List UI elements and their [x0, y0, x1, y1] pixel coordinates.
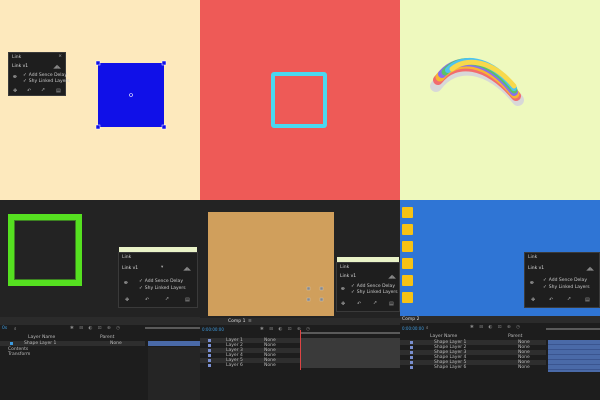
- tile-rainbow-stroke-scene: [400, 0, 600, 200]
- layer-color-label: [410, 361, 413, 364]
- tile-cyan-outline-scene: [200, 0, 400, 200]
- layer-tracks: [548, 340, 600, 372]
- timeline-panel: 0s ⌕ ✱ ⊟ ◐ ⊡ ⊕ ◷ Layer Name Parent Shape…: [0, 317, 200, 400]
- column-layer-name: Layer Name: [430, 334, 458, 339]
- search-icon[interactable]: ⌕: [426, 325, 429, 331]
- layer-color-label: [410, 351, 413, 354]
- option-add-sence-delay[interactable]: ✓ Add Sence Delay: [543, 278, 587, 283]
- tile-blue-square-scene: Link × Link v1 ◢◣ ⚭ ✓ Add Sence Delay ✓ Sh…: [0, 0, 200, 200]
- cyan-outline-square[interactable]: [271, 72, 327, 128]
- time-ruler: [546, 328, 600, 330]
- timecode[interactable]: 0:00:00:00: [202, 327, 224, 332]
- timeline-panel: Comp 1 ≡ 0:00:00:00 ✱ ⊟ ◐ ⊡ ⊕ ◷ Layer 1N…: [200, 318, 400, 400]
- tab-comp[interactable]: Comp 2: [402, 317, 419, 322]
- toolbar-icons: ✱ ⊟ ◐ ⊡ ⊕ ◷: [470, 325, 523, 330]
- timecode[interactable]: 0:00:00:00: [402, 326, 424, 331]
- layer-tracks: [300, 338, 400, 368]
- parent-select[interactable]: None: [264, 363, 276, 368]
- layer-list: Shape Layer 1 None Shape Layer 2 None Shap…: [400, 340, 546, 376]
- timeline-right-area: [148, 347, 200, 400]
- layer-name[interactable]: Shape Layer 1: [24, 341, 56, 346]
- parent-select[interactable]: None: [110, 341, 122, 346]
- option-add-sence-delay[interactable]: ✓ Add Sence Delay: [139, 279, 183, 284]
- link-icon[interactable]: ⚭: [123, 279, 129, 287]
- shape-icons: ◢◣: [586, 266, 594, 272]
- undo-icon[interactable]: ↶: [549, 297, 553, 303]
- timeline-toolbar: [0, 317, 200, 325]
- layer-color-label: [410, 346, 413, 349]
- shape-icons: ◢◣: [183, 266, 191, 272]
- link-icon[interactable]: ⚭: [529, 279, 535, 287]
- selection-handles: [95, 60, 167, 130]
- layer-name[interactable]: Layer 6: [226, 363, 243, 368]
- panel-header-bar: [119, 247, 197, 252]
- layer-track: [148, 341, 200, 346]
- transform-group[interactable]: Transform: [8, 352, 30, 357]
- layer-color-label: [410, 341, 413, 344]
- move-icon[interactable]: ✥: [125, 297, 129, 303]
- tab-comp[interactable]: Comp 1: [228, 319, 245, 324]
- undo-icon[interactable]: ↶: [145, 297, 149, 303]
- layer-color-label: [208, 354, 211, 357]
- layer-list: Layer 1 None Layer 2 None Layer 3 None Laye…: [200, 338, 300, 400]
- layer-row[interactable]: Shape Layer 6 None: [400, 365, 546, 370]
- column-layer-name: Layer Name: [28, 335, 56, 340]
- layer-row[interactable]: Layer 6 None: [200, 363, 300, 368]
- panel-title: Link: [122, 255, 132, 260]
- yellow-square[interactable]: [402, 241, 413, 252]
- layer-name[interactable]: Shape Layer 6: [434, 365, 466, 370]
- yellow-square[interactable]: [402, 224, 413, 235]
- chevron-down-icon[interactable]: ▾: [161, 265, 163, 270]
- move-icon[interactable]: ✥: [531, 297, 535, 303]
- time-ruler: [300, 332, 400, 334]
- layer-color-label: [208, 349, 211, 352]
- cursor-icon[interactable]: ➚: [165, 296, 169, 302]
- save-icon[interactable]: ▤: [585, 297, 590, 303]
- option-shy-linked-layers[interactable]: ✓ Shy Linked Layers: [139, 286, 186, 291]
- yellow-square[interactable]: [402, 275, 413, 286]
- column-parent: Parent: [100, 335, 115, 340]
- yellow-square[interactable]: [402, 258, 413, 269]
- timeline-tabbar: [400, 316, 600, 323]
- panel-title: Link: [528, 255, 538, 260]
- link-panel: Link Link v1 ▾ ◢◣ ⚭ ✓ Add Sence Delay ✓ Sh…: [118, 247, 198, 308]
- timecode[interactable]: 0s: [2, 326, 7, 331]
- yellow-square[interactable]: [402, 292, 413, 303]
- layer-color-label: [208, 339, 211, 342]
- rainbow-brush-stroke[interactable]: [400, 0, 600, 200]
- search-icon[interactable]: ⌕: [14, 326, 17, 332]
- layer-color-label: [208, 344, 211, 347]
- cursor-icon[interactable]: ➚: [567, 296, 571, 302]
- layer-color-label: [10, 341, 13, 345]
- toolbar-icons: ✱ ⊟ ◐ ⊡ ⊕ ◷: [70, 326, 123, 331]
- parent-select[interactable]: None: [518, 365, 530, 370]
- layer-color-label: [410, 356, 413, 359]
- menu-icon[interactable]: ≡: [248, 319, 252, 324]
- tile-tan-rect-scene: Link Link v1 ◢◣ ⚭ ✓ Add Sence Delay ✓ Shy …: [200, 200, 400, 400]
- link-select[interactable]: Link v1: [528, 266, 544, 271]
- layer-row[interactable]: Shape Layer 1 None: [0, 341, 145, 346]
- tile-green-square-scene: Link Link v1 ▾ ◢◣ ⚭ ✓ Add Sence Delay ✓ Sh…: [0, 200, 200, 400]
- playhead[interactable]: [300, 330, 301, 370]
- tile-yellow-squares-scene: Link Link v1 ◢◣ ⚭ ✓ Add Sence Delay ✓ Shy …: [400, 200, 600, 400]
- option-shy-linked-layers[interactable]: ✓ Shy Linked Layers: [543, 285, 590, 290]
- green-inner-offset: [14, 220, 76, 280]
- layer-color-label: [208, 359, 211, 362]
- save-icon[interactable]: ▤: [185, 297, 190, 303]
- layer-color-label: [410, 366, 413, 369]
- layer-color-label: [208, 364, 211, 367]
- column-parent: Parent: [508, 334, 523, 339]
- time-ruler: [145, 327, 200, 329]
- link-panel: Link Link v1 ◢◣ ⚭ ✓ Add Sence Delay ✓ Shy …: [524, 252, 600, 308]
- timeline-panel: Comp 2 0:00:00:00 ⌕ ✱ ⊟ ◐ ⊡ ⊕ ◷ Layer Na…: [400, 316, 600, 400]
- link-select[interactable]: Link v1: [122, 266, 138, 271]
- yellow-square[interactable]: [402, 207, 413, 218]
